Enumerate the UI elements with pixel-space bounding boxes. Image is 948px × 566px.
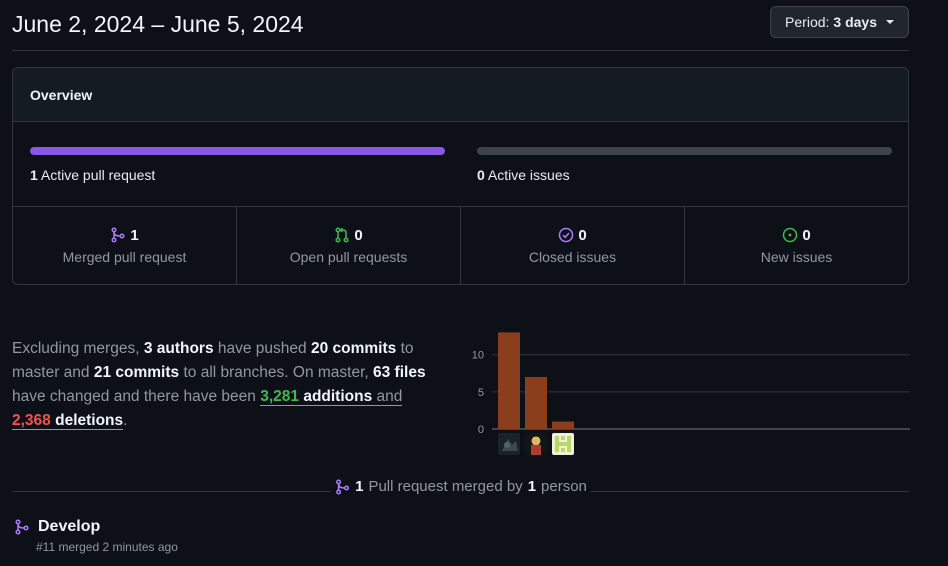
pr-title-link[interactable]: Develop	[38, 518, 100, 536]
period-select-button[interactable]: Period: 3 days	[770, 6, 909, 38]
chart-bar[interactable]	[498, 332, 520, 429]
stat-label: New issues	[760, 248, 833, 265]
overview-heading: Overview	[13, 68, 908, 122]
active-issues-block[interactable]: 0 Active issues	[477, 147, 892, 183]
stat-label: Merged pull request	[62, 248, 187, 265]
author-avatar[interactable]	[498, 433, 520, 455]
avatar-image-icon	[498, 433, 520, 455]
page-header: June 2, 2024 – June 5, 2024 Period: 3 da…	[12, 0, 909, 51]
overview-progress-section: 1 Active pull request 0 Active issues	[13, 122, 908, 207]
stat-label: Open pull requests	[289, 248, 408, 265]
stat-label: Closed issues	[528, 248, 617, 265]
active-prs-bar-fill	[30, 147, 445, 155]
author-avatar[interactable]	[525, 433, 547, 455]
git-merge-icon	[111, 227, 125, 243]
avatar-image-icon	[525, 433, 547, 455]
caret-down-icon	[886, 20, 894, 24]
date-range-title: June 2, 2024 – June 5, 2024	[12, 11, 304, 37]
commits-master: 20 commits	[310, 340, 397, 357]
period-label: Period:	[785, 14, 830, 30]
merged-prs-divider: 1 Pull request merged by 1 person	[12, 478, 909, 498]
commits-all: 21 commits	[93, 364, 180, 381]
stat-value: 1	[130, 226, 139, 244]
stat-value: 0	[354, 226, 363, 244]
overview-panel: Overview 1 Active pull request 0 Active …	[12, 67, 909, 285]
authors-count: 3 authors	[143, 340, 214, 357]
chart-bar[interactable]	[552, 421, 574, 429]
merged-prs-summary: 1 Pull request merged by 1 person	[330, 478, 591, 495]
author-avatar[interactable]	[552, 433, 574, 455]
git-merge-icon	[15, 519, 29, 535]
active-issues-label: 0 Active issues	[477, 167, 570, 183]
stat-value: 0	[802, 226, 811, 244]
stat-new-issues[interactable]: 0 New issues	[685, 207, 908, 284]
stat-open-prs[interactable]: 0 Open pull requests	[237, 207, 461, 284]
git-merge-icon	[335, 478, 349, 495]
active-prs-block[interactable]: 1 Active pull request	[30, 147, 445, 183]
identicon-icon	[552, 433, 574, 455]
commit-summary: Excluding merges, 3 authors have pushed …	[12, 340, 426, 430]
y-tick-label: 0	[478, 424, 484, 436]
overview-stats-row: 1 Merged pull request 0 Open pull reques…	[13, 207, 908, 284]
deletions-link[interactable]: 2,368 deletions	[12, 412, 124, 430]
stat-closed-issues[interactable]: 0 Closed issues	[461, 207, 685, 284]
merged-pr-item: Develop #11 merged 2 minutes ago	[14, 518, 414, 554]
y-tick-label: 10	[472, 350, 484, 362]
y-tick-label: 5	[478, 387, 484, 399]
issue-opened-icon	[783, 227, 798, 243]
period-value: 3 days	[833, 14, 877, 30]
active-prs-bar	[30, 147, 445, 155]
stat-merged-prs[interactable]: 1 Merged pull request	[13, 207, 237, 284]
additions-link[interactable]: 3,281 additions and	[260, 388, 403, 406]
pr-meta: #11 merged 2 minutes ago	[36, 540, 178, 554]
active-issues-bar	[477, 147, 892, 155]
git-pull-request-icon	[335, 227, 349, 243]
files-changed: 63 files	[373, 364, 426, 381]
stat-value: 0	[578, 226, 587, 244]
issue-closed-icon	[559, 227, 574, 243]
active-prs-label: 1 Active pull request	[30, 167, 156, 183]
commits-by-author-chart: 0 5 10	[466, 320, 910, 460]
chart-bar[interactable]	[525, 377, 547, 429]
